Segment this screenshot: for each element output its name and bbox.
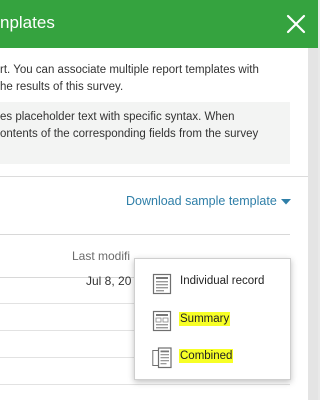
divider (0, 176, 308, 177)
combined-icon (152, 347, 172, 369)
column-header-last-modified[interactable]: Last modifi (72, 249, 130, 263)
single-record-icon (152, 273, 172, 295)
menu-item-label: Summary (179, 312, 231, 326)
description-line: he results of this survey. (0, 81, 124, 93)
info-box: es placeholder text with specific syntax… (0, 102, 290, 164)
info-line: ontents of the corresponding fields from… (0, 128, 259, 140)
menu-item-summary[interactable]: Summary (135, 302, 290, 336)
description: rt. You can associate multiple report te… (0, 62, 300, 96)
menu-item-label: Individual record (180, 275, 265, 287)
sample-template-menu: Individual record Summary Combined (134, 258, 291, 380)
table-row (0, 385, 290, 400)
info-line: es placeholder text with specific syntax… (0, 111, 235, 123)
close-button[interactable] (280, 8, 312, 40)
caret-down-icon[interactable] (280, 198, 292, 206)
menu-item-combined[interactable]: Combined (135, 339, 290, 373)
dialog-header: nplates (0, 0, 318, 48)
menu-item-individual-record[interactable]: Individual record (135, 265, 290, 299)
row-date: Jul 8, 20 (86, 274, 132, 288)
close-icon (286, 14, 306, 34)
description-line: rt. You can associate multiple report te… (0, 64, 259, 76)
dialog-title: nplates (0, 13, 55, 32)
dialog-body: rt. You can associate multiple report te… (0, 48, 308, 400)
summary-icon (152, 310, 172, 332)
menu-item-label: Combined (179, 349, 234, 363)
download-sample-template-link[interactable]: Download sample template (126, 194, 277, 208)
scrollbar[interactable] (308, 48, 318, 400)
